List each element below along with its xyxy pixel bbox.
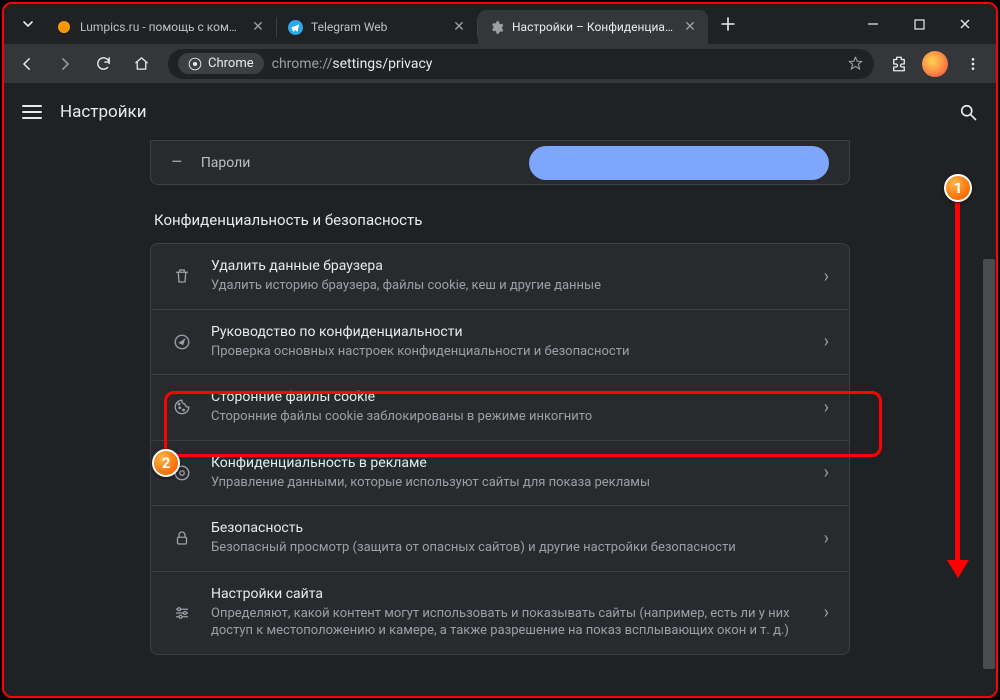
row-title: Сторонние файлы cookie [211, 389, 806, 405]
tab-telegram[interactable]: Telegram Web ✕ [277, 10, 477, 44]
passwords-label: Пароли [201, 155, 251, 171]
gear-icon [488, 19, 504, 35]
row-subtitle: Безопасный просмотр (защита от опасных с… [211, 539, 806, 557]
extensions-button[interactable] [884, 55, 914, 73]
omnibox[interactable]: Chrome chrome://settings/privacy [168, 49, 874, 79]
tab-title: Настройки – Конфиденциаль [512, 20, 674, 34]
menu-button[interactable] [956, 47, 990, 81]
lock-icon [171, 529, 193, 547]
tab-strip: Lumpics.ru - помощь с компью ✕ Telegram … [4, 4, 996, 44]
minimize-button[interactable] [850, 4, 896, 44]
tab-settings[interactable]: Настройки – Конфиденциаль ✕ [478, 10, 708, 44]
tab-lumpics[interactable]: Lumpics.ru - помощь с компью ✕ [46, 10, 276, 44]
annotation-arrow-head [947, 560, 969, 578]
tab-title: Lumpics.ru - помощь с компью [80, 20, 242, 34]
window-controls [850, 4, 988, 44]
privacy-list: Удалить данные браузера Удалить историю … [150, 243, 850, 655]
site-chip[interactable]: Chrome [178, 53, 264, 74]
row-security[interactable]: Безопасность Безопасный просмотр (защита… [151, 505, 849, 571]
annotation-badge-2: 2 [152, 449, 180, 477]
chevron-right-icon: › [824, 331, 829, 352]
trash-icon [171, 267, 193, 285]
forward-button[interactable] [48, 47, 82, 81]
chevron-right-icon: › [824, 266, 829, 287]
row-privacy-guide[interactable]: Руководство по конфиденциальности Провер… [151, 309, 849, 375]
favicon-telegram [287, 19, 303, 35]
passwords-pill[interactable] [529, 146, 829, 180]
close-icon[interactable]: ✕ [250, 19, 266, 35]
row-subtitle: Сторонние файлы cookie заблокированы в р… [211, 408, 806, 426]
row-ad-privacy[interactable]: Конфиденциальность в рекламе Управление … [151, 440, 849, 506]
row-title: Настройки сайта [211, 586, 806, 602]
section-title: Конфиденциальность и безопасность [154, 211, 850, 229]
browser-toolbar: Chrome chrome://settings/privacy [4, 44, 996, 84]
settings-page: Настройки – Пароли Конфиденциальность и … [4, 84, 996, 696]
row-site-settings[interactable]: Настройки сайта Определяют, какой контен… [151, 571, 849, 654]
row-title: Конфиденциальность в рекламе [211, 455, 806, 471]
close-icon[interactable]: ✕ [451, 19, 467, 35]
row-clear-data[interactable]: Удалить данные браузера Удалить историю … [151, 244, 849, 309]
new-tab-button[interactable] [714, 10, 742, 38]
chevron-right-icon: › [824, 462, 829, 483]
row-title: Руководство по конфиденциальности [211, 324, 806, 340]
reload-button[interactable] [86, 47, 120, 81]
compass-icon [171, 333, 193, 351]
url-text: chrome://settings/privacy [272, 56, 433, 72]
settings-header: Настройки [4, 84, 996, 140]
chevron-right-icon: › [824, 397, 829, 418]
home-button[interactable] [124, 47, 158, 81]
row-subtitle: Проверка основных настроек конфиденциаль… [211, 343, 806, 361]
page-title: Настройки [60, 102, 147, 122]
tabs-dropdown-button[interactable] [14, 10, 42, 38]
row-title: Удалить данные браузера [211, 258, 806, 274]
scrollbar-thumb[interactable] [983, 259, 995, 669]
row-title: Безопасность [211, 520, 806, 536]
row-subtitle: Управление данными, которые используют с… [211, 474, 806, 492]
row-subtitle: Определяют, какой контент могут использо… [211, 605, 806, 640]
passwords-card[interactable]: – Пароли [150, 140, 850, 185]
profile-avatar[interactable] [922, 51, 948, 77]
bookmark-star-icon[interactable] [847, 55, 864, 72]
cookie-icon [171, 398, 193, 416]
sliders-icon [171, 604, 193, 622]
chip-label: Chrome [208, 56, 254, 71]
tab-title: Telegram Web [311, 20, 443, 34]
back-button[interactable] [10, 47, 44, 81]
chevron-right-icon: › [824, 602, 829, 623]
row-subtitle: Удалить историю браузера, файлы cookie, … [211, 277, 806, 295]
annotation-badge-1: 1 [944, 174, 972, 202]
close-window-button[interactable] [942, 4, 988, 44]
row-third-party-cookies[interactable]: Сторонние файлы cookie Сторонние файлы c… [151, 374, 849, 440]
favicon-lumpics [56, 19, 72, 35]
collapse-icon: – [171, 152, 183, 173]
annotation-arrow-line [955, 202, 960, 562]
maximize-button[interactable] [896, 4, 942, 44]
chevron-right-icon: › [824, 528, 829, 549]
search-settings-button[interactable] [958, 102, 978, 122]
vertical-scrollbar[interactable] [982, 84, 996, 694]
close-icon[interactable]: ✕ [682, 19, 698, 35]
menu-icon[interactable] [22, 102, 42, 122]
